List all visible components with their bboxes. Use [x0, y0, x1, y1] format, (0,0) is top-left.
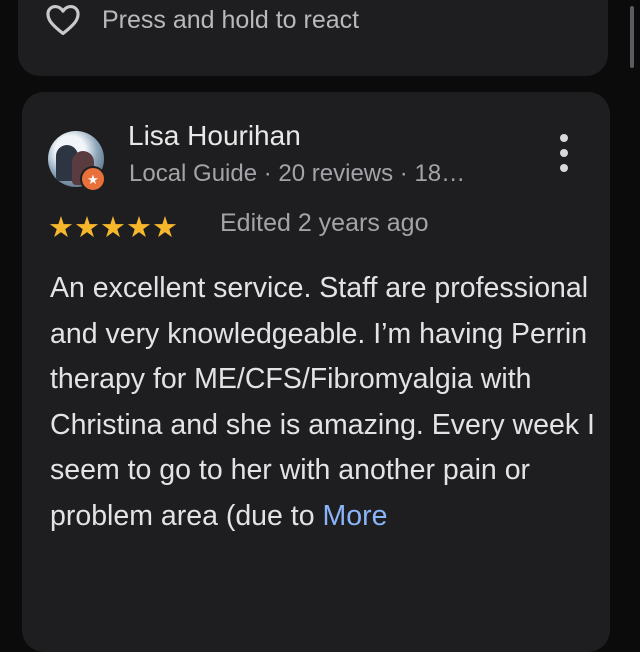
- more-link[interactable]: More: [323, 500, 388, 532]
- local-guide-badge-icon: ★: [80, 166, 106, 192]
- heart-outline-icon: [46, 4, 80, 36]
- scrollbar[interactable]: [630, 6, 634, 68]
- review-body: An excellent service. Staff are professi…: [50, 272, 595, 532]
- react-button[interactable]: Press and hold to react: [44, 0, 359, 40]
- reviewer-name[interactable]: Lisa Hourihan: [128, 120, 301, 152]
- more-vert-icon[interactable]: [552, 134, 576, 172]
- react-label: Press and hold to react: [102, 5, 360, 34]
- edited-timestamp: Edited 2 years ago: [220, 209, 429, 237]
- rating-stars: ★★★★★: [48, 212, 178, 244]
- reviewer-meta: Local Guide · 20 reviews · 18…: [129, 160, 466, 187]
- review-text: An excellent service. Staff are professi…: [50, 266, 598, 539]
